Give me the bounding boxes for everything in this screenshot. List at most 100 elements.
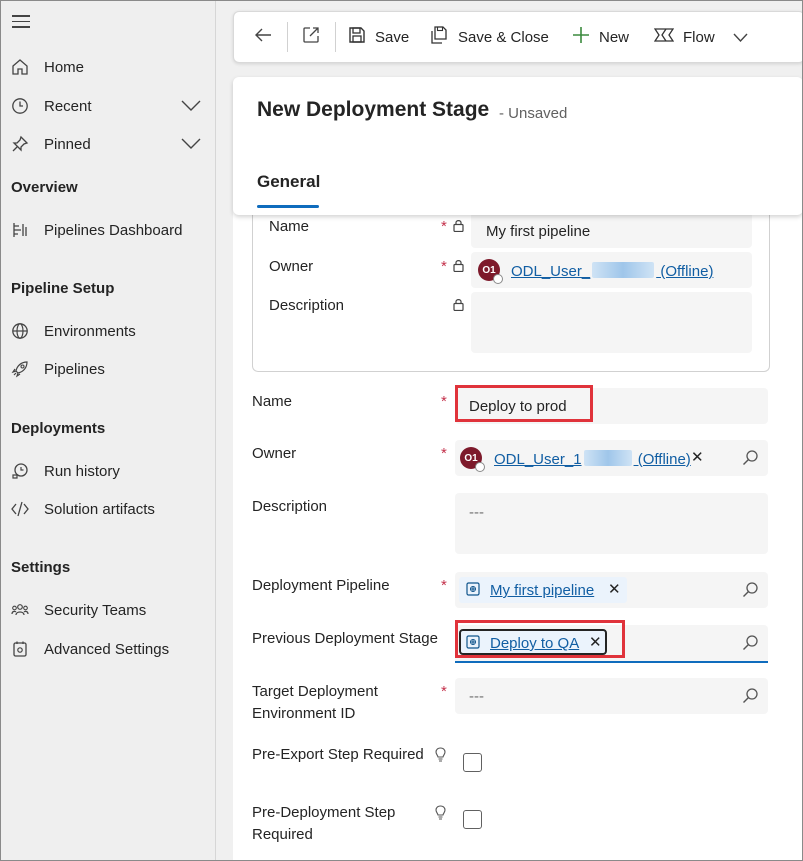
pre-deployment-label-line2: Required bbox=[252, 826, 313, 843]
pre-export-checkbox[interactable] bbox=[463, 753, 482, 772]
history-icon bbox=[11, 462, 29, 480]
search-icon[interactable] bbox=[742, 634, 759, 655]
pin-icon bbox=[11, 135, 29, 153]
form-header: New Deployment Stage - Unsaved General bbox=[233, 77, 802, 215]
required-mark: * bbox=[441, 258, 447, 275]
lightbulb-icon[interactable] bbox=[435, 805, 446, 824]
back-button[interactable] bbox=[254, 12, 272, 62]
sidebar-item-label: Pipelines bbox=[44, 360, 105, 378]
search-icon[interactable] bbox=[742, 687, 759, 708]
sidebar-item-label: Home bbox=[44, 58, 85, 76]
qv-name-field: My first pipeline bbox=[471, 212, 752, 248]
qv-name-value: My first pipeline bbox=[486, 223, 591, 240]
dashboard-icon bbox=[11, 221, 29, 239]
save-close-icon bbox=[431, 26, 449, 48]
name-label: Name bbox=[252, 393, 293, 410]
highlight-box bbox=[455, 620, 625, 658]
sidebar-item-label: Security Teams bbox=[44, 601, 147, 619]
flow-icon bbox=[653, 26, 675, 48]
save-button[interactable]: Save bbox=[348, 12, 409, 62]
chevron-down-icon[interactable] bbox=[181, 99, 201, 116]
sidebar-item-label: Pipelines Dashboard bbox=[44, 221, 183, 239]
tab-general[interactable]: General bbox=[257, 172, 320, 192]
lightbulb-icon[interactable] bbox=[435, 747, 446, 766]
clock-icon bbox=[11, 97, 29, 115]
flow-label: Flow bbox=[683, 28, 715, 46]
sidebar-item-recent[interactable]: Recent bbox=[1, 91, 215, 121]
section-header-settings: Settings bbox=[11, 559, 71, 576]
entity-icon bbox=[466, 582, 480, 600]
remove-owner-icon[interactable]: ✕ bbox=[691, 448, 704, 466]
new-label: New bbox=[599, 28, 630, 46]
qv-owner-field: O1 ODL_User_ (Offline) bbox=[471, 252, 752, 288]
target-env-label-line1: Target Deployment bbox=[252, 683, 378, 700]
section-header-pipeline-setup: Pipeline Setup bbox=[11, 280, 115, 297]
pre-export-label: Pre-Export Step Required bbox=[252, 746, 424, 763]
sidebar-item-label: Recent bbox=[44, 97, 92, 115]
back-arrow-icon bbox=[254, 27, 272, 47]
lock-icon bbox=[453, 298, 464, 315]
lock-icon bbox=[453, 259, 464, 276]
avatar: O1 bbox=[478, 259, 503, 284]
required-mark: * bbox=[441, 393, 447, 410]
form-body: Name * My first pipeline Owner * O1 ODL_… bbox=[233, 191, 802, 860]
lock-icon bbox=[453, 219, 464, 236]
pipeline-link[interactable]: My first pipeline bbox=[490, 582, 594, 599]
description-placeholder: --- bbox=[469, 504, 484, 521]
owner-lookup[interactable]: O1 ODL_User_1 (Offline) ✕ bbox=[455, 440, 768, 476]
sidebar-item-pipelines-dashboard[interactable]: Pipelines Dashboard bbox=[1, 215, 215, 245]
description-input[interactable]: --- bbox=[455, 493, 768, 554]
active-tab-indicator bbox=[257, 205, 319, 208]
sidebar-item-home[interactable]: Home bbox=[1, 52, 215, 82]
sidebar-item-label: Solution artifacts bbox=[44, 500, 155, 518]
plus-icon bbox=[572, 26, 590, 48]
sidebar-item-label: Environments bbox=[44, 322, 136, 340]
chevron-down-icon[interactable] bbox=[733, 29, 748, 46]
sidebar-item-security-teams[interactable]: Security Teams bbox=[1, 595, 215, 625]
open-in-new-window-button[interactable] bbox=[302, 12, 320, 62]
sidebar-item-run-history[interactable]: Run history bbox=[1, 456, 215, 486]
sidebar-item-solution-artifacts[interactable]: Solution artifacts bbox=[1, 494, 215, 524]
divider bbox=[335, 22, 336, 52]
open-new-window-icon bbox=[302, 26, 320, 48]
section-header-overview: Overview bbox=[11, 179, 78, 196]
sidebar-item-advanced-settings[interactable]: Advanced Settings bbox=[1, 634, 215, 664]
qv-description-field bbox=[471, 292, 752, 353]
sidebar-item-pinned[interactable]: Pinned bbox=[1, 129, 215, 159]
required-mark: * bbox=[441, 445, 447, 462]
pre-deployment-checkbox[interactable] bbox=[463, 810, 482, 829]
sidebar: Home Recent Pinned Overview Pipelines Da… bbox=[1, 1, 216, 860]
pre-deployment-label-line1: Pre-Deployment Step bbox=[252, 804, 396, 821]
command-bar: Save Save & Close New Flow bbox=[233, 11, 802, 63]
search-icon[interactable] bbox=[742, 449, 759, 470]
remove-pipeline-icon[interactable]: ✕ bbox=[608, 580, 621, 598]
search-icon[interactable] bbox=[742, 581, 759, 602]
new-button[interactable]: New bbox=[572, 12, 629, 62]
target-env-placeholder: --- bbox=[469, 688, 484, 705]
sidebar-item-pipelines[interactable]: Pipelines bbox=[1, 354, 215, 384]
avatar: O1 bbox=[460, 447, 485, 472]
qv-description-label: Description bbox=[269, 297, 345, 314]
target-env-lookup[interactable]: --- bbox=[455, 678, 768, 714]
hamburger-menu-icon[interactable] bbox=[12, 15, 30, 29]
sidebar-item-environments[interactable]: Environments bbox=[1, 316, 215, 346]
chevron-down-icon[interactable] bbox=[181, 137, 201, 154]
required-mark: * bbox=[441, 683, 447, 700]
qv-owner-label: Owner bbox=[269, 258, 314, 275]
pipeline-label: Deployment Pipeline bbox=[252, 577, 390, 594]
save-and-close-button[interactable]: Save & Close bbox=[431, 12, 549, 62]
home-icon bbox=[11, 58, 29, 76]
app-window: Home Recent Pinned Overview Pipelines Da… bbox=[0, 0, 803, 861]
save-close-label: Save & Close bbox=[458, 28, 549, 46]
pipeline-lookup[interactable]: My first pipeline ✕ bbox=[455, 572, 768, 608]
description-label: Description bbox=[252, 498, 328, 515]
owner-link[interactable]: ODL_User_1 (Offline) bbox=[494, 450, 691, 468]
qv-owner-link[interactable]: ODL_User_ (Offline) bbox=[511, 262, 713, 280]
flow-button[interactable]: Flow bbox=[653, 12, 748, 62]
rocket-icon bbox=[11, 360, 29, 378]
previous-stage-label: Previous Deployment Stage bbox=[252, 630, 438, 647]
save-icon bbox=[348, 26, 366, 48]
sidebar-item-label: Advanced Settings bbox=[44, 640, 170, 658]
section-header-deployments: Deployments bbox=[11, 420, 106, 437]
target-env-label-line2: Environment ID bbox=[252, 705, 356, 722]
